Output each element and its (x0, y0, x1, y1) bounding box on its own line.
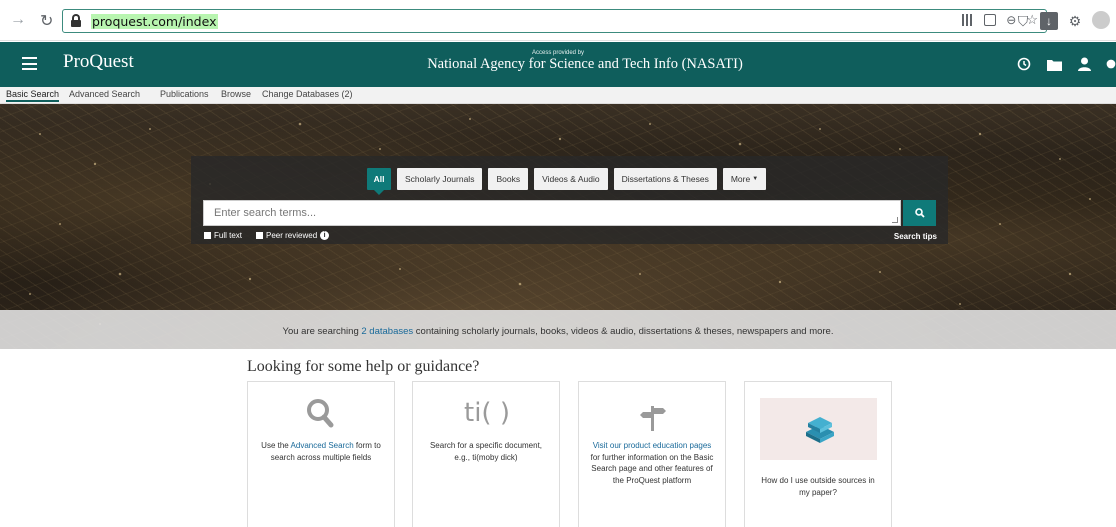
database-info-prefix: You are searching (282, 326, 362, 337)
lock-icon (71, 14, 81, 27)
translate-icon[interactable] (984, 14, 997, 26)
tab-all[interactable]: All (367, 168, 391, 195)
caret-down-icon: ▼ (752, 176, 759, 182)
url-text[interactable]: proquest.com/index (91, 14, 218, 29)
help-card-advanced-text: Use the Advanced Search form to search a… (258, 440, 384, 463)
books-stack-icon (806, 417, 834, 443)
help-card-outside-sources[interactable]: How do I use outside sources in my paper… (744, 381, 892, 527)
institution-name: National Agency for Science and Tech Inf… (427, 56, 743, 72)
search-panel: All Scholarly Journals Books Videos & Au… (191, 156, 948, 244)
tab-videos-audio[interactable]: Videos & Audio (534, 168, 608, 190)
folder-icon[interactable] (1046, 56, 1062, 72)
advanced-search-link[interactable]: Advanced Search (291, 441, 354, 450)
help-card-field-codes[interactable]: ti( ) Search for a specific document, e.… (412, 381, 560, 527)
card1-pre: Use the (261, 441, 291, 450)
product-education-link[interactable]: Visit our product education pages (593, 441, 712, 450)
peer-reviewed-checkbox[interactable]: Peer reviewed i (256, 231, 330, 240)
peer-reviewed-box[interactable] (256, 232, 264, 239)
search-tips-link[interactable]: Search tips (894, 232, 937, 241)
reload-icon[interactable]: ↻ (40, 11, 53, 31)
nav-publications[interactable]: Publications (160, 89, 209, 99)
field-code-glyph: ti( ) (464, 398, 510, 428)
full-text-checkbox[interactable]: Full text (204, 231, 242, 240)
help-card-education-text: Visit our product education pages for fu… (589, 440, 715, 486)
full-text-label: Full text (214, 231, 243, 240)
nav-advanced-search[interactable]: Advanced Search (69, 89, 140, 99)
history-icon[interactable] (1016, 56, 1032, 72)
database-info-text: You are searching 2 databases containing… (0, 326, 1116, 337)
tab-dissertations-theses[interactable]: Dissertations & Theses (613, 168, 717, 190)
magnifier-icon (307, 399, 334, 428)
resize-handle-icon[interactable] (892, 217, 898, 223)
shield-icon[interactable]: ⛉ (1010, 11, 1036, 31)
hero-banner: All Scholarly Journals Books Videos & Au… (0, 104, 1116, 349)
user-icon[interactable] (1076, 56, 1092, 72)
signpost-icon (640, 406, 666, 431)
database-info-strip: You are searching 2 databases containing… (0, 310, 1116, 349)
help-section-title: Looking for some help or guidance? (247, 358, 480, 375)
download-icon[interactable]: ↓ (1040, 12, 1058, 30)
proquest-header: ProQuest Access provided by National Age… (0, 42, 1116, 87)
tab-books[interactable]: Books (488, 168, 529, 190)
nav-change-databases[interactable]: Change Databases (2) (262, 89, 353, 99)
content-type-tabs: All Scholarly Journals Books Videos & Au… (367, 168, 767, 195)
sources-illustration (760, 398, 877, 460)
back-arrow-icon[interactable]: → (10, 11, 26, 29)
profile-avatar-icon[interactable] (1092, 11, 1110, 29)
tab-scholarly-journals[interactable]: Scholarly Journals (397, 168, 483, 190)
search-icon (914, 208, 925, 218)
nav-browse[interactable]: Browse (221, 89, 251, 99)
search-input[interactable]: Enter search terms... (203, 200, 901, 226)
database-info-suffix: containing scholarly journals, books, vi… (413, 326, 834, 337)
help-card-education[interactable]: Visit our product education pages for fu… (578, 381, 726, 527)
help-card-field-codes-text: Search for a specific document, e.g., ti… (429, 441, 543, 462)
full-text-box[interactable] (204, 232, 211, 239)
help-icon[interactable] (1106, 56, 1116, 72)
address-bar[interactable]: proquest.com/index ⊖ ☆ (62, 9, 1047, 33)
search-button[interactable] (903, 200, 936, 226)
tab-more-label: More (730, 174, 751, 184)
tab-more[interactable]: More ▼ (722, 168, 767, 190)
secondary-nav: Basic Search Advanced Search Publication… (0, 87, 1116, 104)
nav-basic-search[interactable]: Basic Search (6, 89, 60, 102)
qr-code-icon[interactable] (962, 14, 975, 26)
extensions-icon[interactable]: ⚙ (1062, 11, 1088, 31)
browser-toolbar: → ↻ proquest.com/index ⊖ ☆ ⛉ ↓ ⚙ (0, 0, 1116, 41)
help-card-outside-sources-text: How do I use outside sources in my paper… (761, 476, 875, 497)
help-card-advanced-search[interactable]: Use the Advanced Search form to search a… (247, 381, 395, 527)
info-icon[interactable]: i (320, 231, 330, 240)
peer-reviewed-label: Peer reviewed (266, 231, 318, 240)
databases-link[interactable]: 2 databases (361, 326, 413, 337)
card3-post: for further information on the Basic Sea… (590, 452, 714, 485)
search-placeholder: Enter search terms... (214, 207, 317, 219)
